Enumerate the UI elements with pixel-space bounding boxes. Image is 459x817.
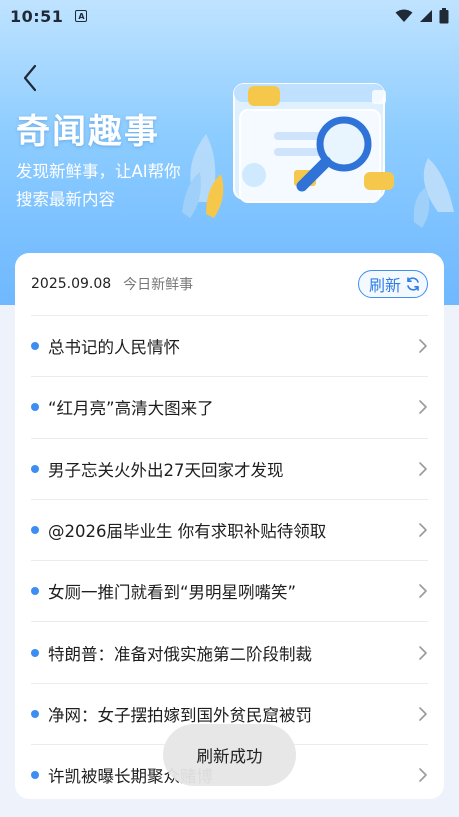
wifi-icon [395, 9, 413, 22]
refresh-label: 刷新 [368, 276, 401, 295]
toast-message: 刷新成功 [163, 724, 296, 786]
news-item[interactable]: 男子忘关火外出27天回家才发现 [31, 437, 428, 499]
bullet-dot [31, 342, 39, 351]
bullet-dot [31, 526, 39, 535]
status-bar: 10:51 A [0, 0, 459, 32]
chevron-right-icon [419, 707, 427, 721]
bullet-dot [31, 403, 39, 412]
status-time: 10:51 [10, 6, 64, 26]
news-title: 净网：女子摆拍嫁到国外贫民窟被罚 [48, 705, 312, 725]
today-label: 今日新鲜事 [123, 277, 194, 293]
bullet-dot [31, 771, 39, 780]
card-header: 2025.09.08 今日新鲜事 刷新 [15, 253, 444, 315]
bullet-dot [31, 587, 39, 596]
bullet-dot [31, 464, 39, 473]
news-item[interactable]: 女厕一推门就看到“男明星咧嘴笑” [31, 560, 428, 621]
chevron-right-icon [419, 584, 427, 599]
news-title: @2026届毕业生 你有求职补贴待领取 [48, 522, 327, 542]
news-item[interactable]: 总书记的人民情怀 [31, 315, 428, 376]
bullet-dot [31, 709, 39, 718]
chevron-left-icon [23, 64, 37, 92]
news-title: 特朗普：准备对俄实施第二阶段制裁 [48, 644, 312, 664]
news-title: 女厕一推门就看到“男明星咧嘴笑” [48, 583, 297, 603]
back-button[interactable] [14, 62, 46, 94]
page-title: 奇闻趣事 [16, 112, 160, 152]
bullet-dot [31, 648, 39, 657]
refresh-icon [407, 277, 419, 291]
chevron-right-icon [419, 768, 427, 783]
news-title: “红月亮”高清大图来了 [48, 399, 214, 419]
news-date: 2025.09.08 [31, 276, 112, 292]
news-title: 总书记的人民情怀 [48, 338, 180, 358]
notification-icon: A [75, 10, 88, 22]
news-card: 2025.09.08 今日新鲜事 刷新 总书记的人民情怀 “红月亮”高清大图来了… [15, 253, 444, 799]
news-item[interactable]: “红月亮”高清大图来了 [31, 376, 428, 437]
chevron-right-icon [419, 400, 427, 415]
signal-icon [420, 10, 432, 22]
chevron-right-icon [419, 461, 427, 476]
news-item[interactable]: 特朗普：准备对俄实施第二阶段制裁 [31, 621, 428, 682]
news-item[interactable]: @2026届毕业生 你有求职补贴待领取 [31, 498, 428, 560]
battery-icon [439, 8, 449, 24]
chevron-right-icon [419, 645, 427, 660]
news-title: 男子忘关火外出27天回家才发现 [48, 460, 284, 480]
search-illustration-icon [182, 83, 454, 228]
page-subtitle: 发现新鲜事，让AI帮你搜索最新内容 [16, 162, 181, 209]
chevron-right-icon [419, 523, 427, 537]
refresh-button[interactable]: 刷新 [357, 270, 428, 298]
chevron-right-icon [419, 339, 427, 353]
status-indicators [395, 8, 449, 24]
